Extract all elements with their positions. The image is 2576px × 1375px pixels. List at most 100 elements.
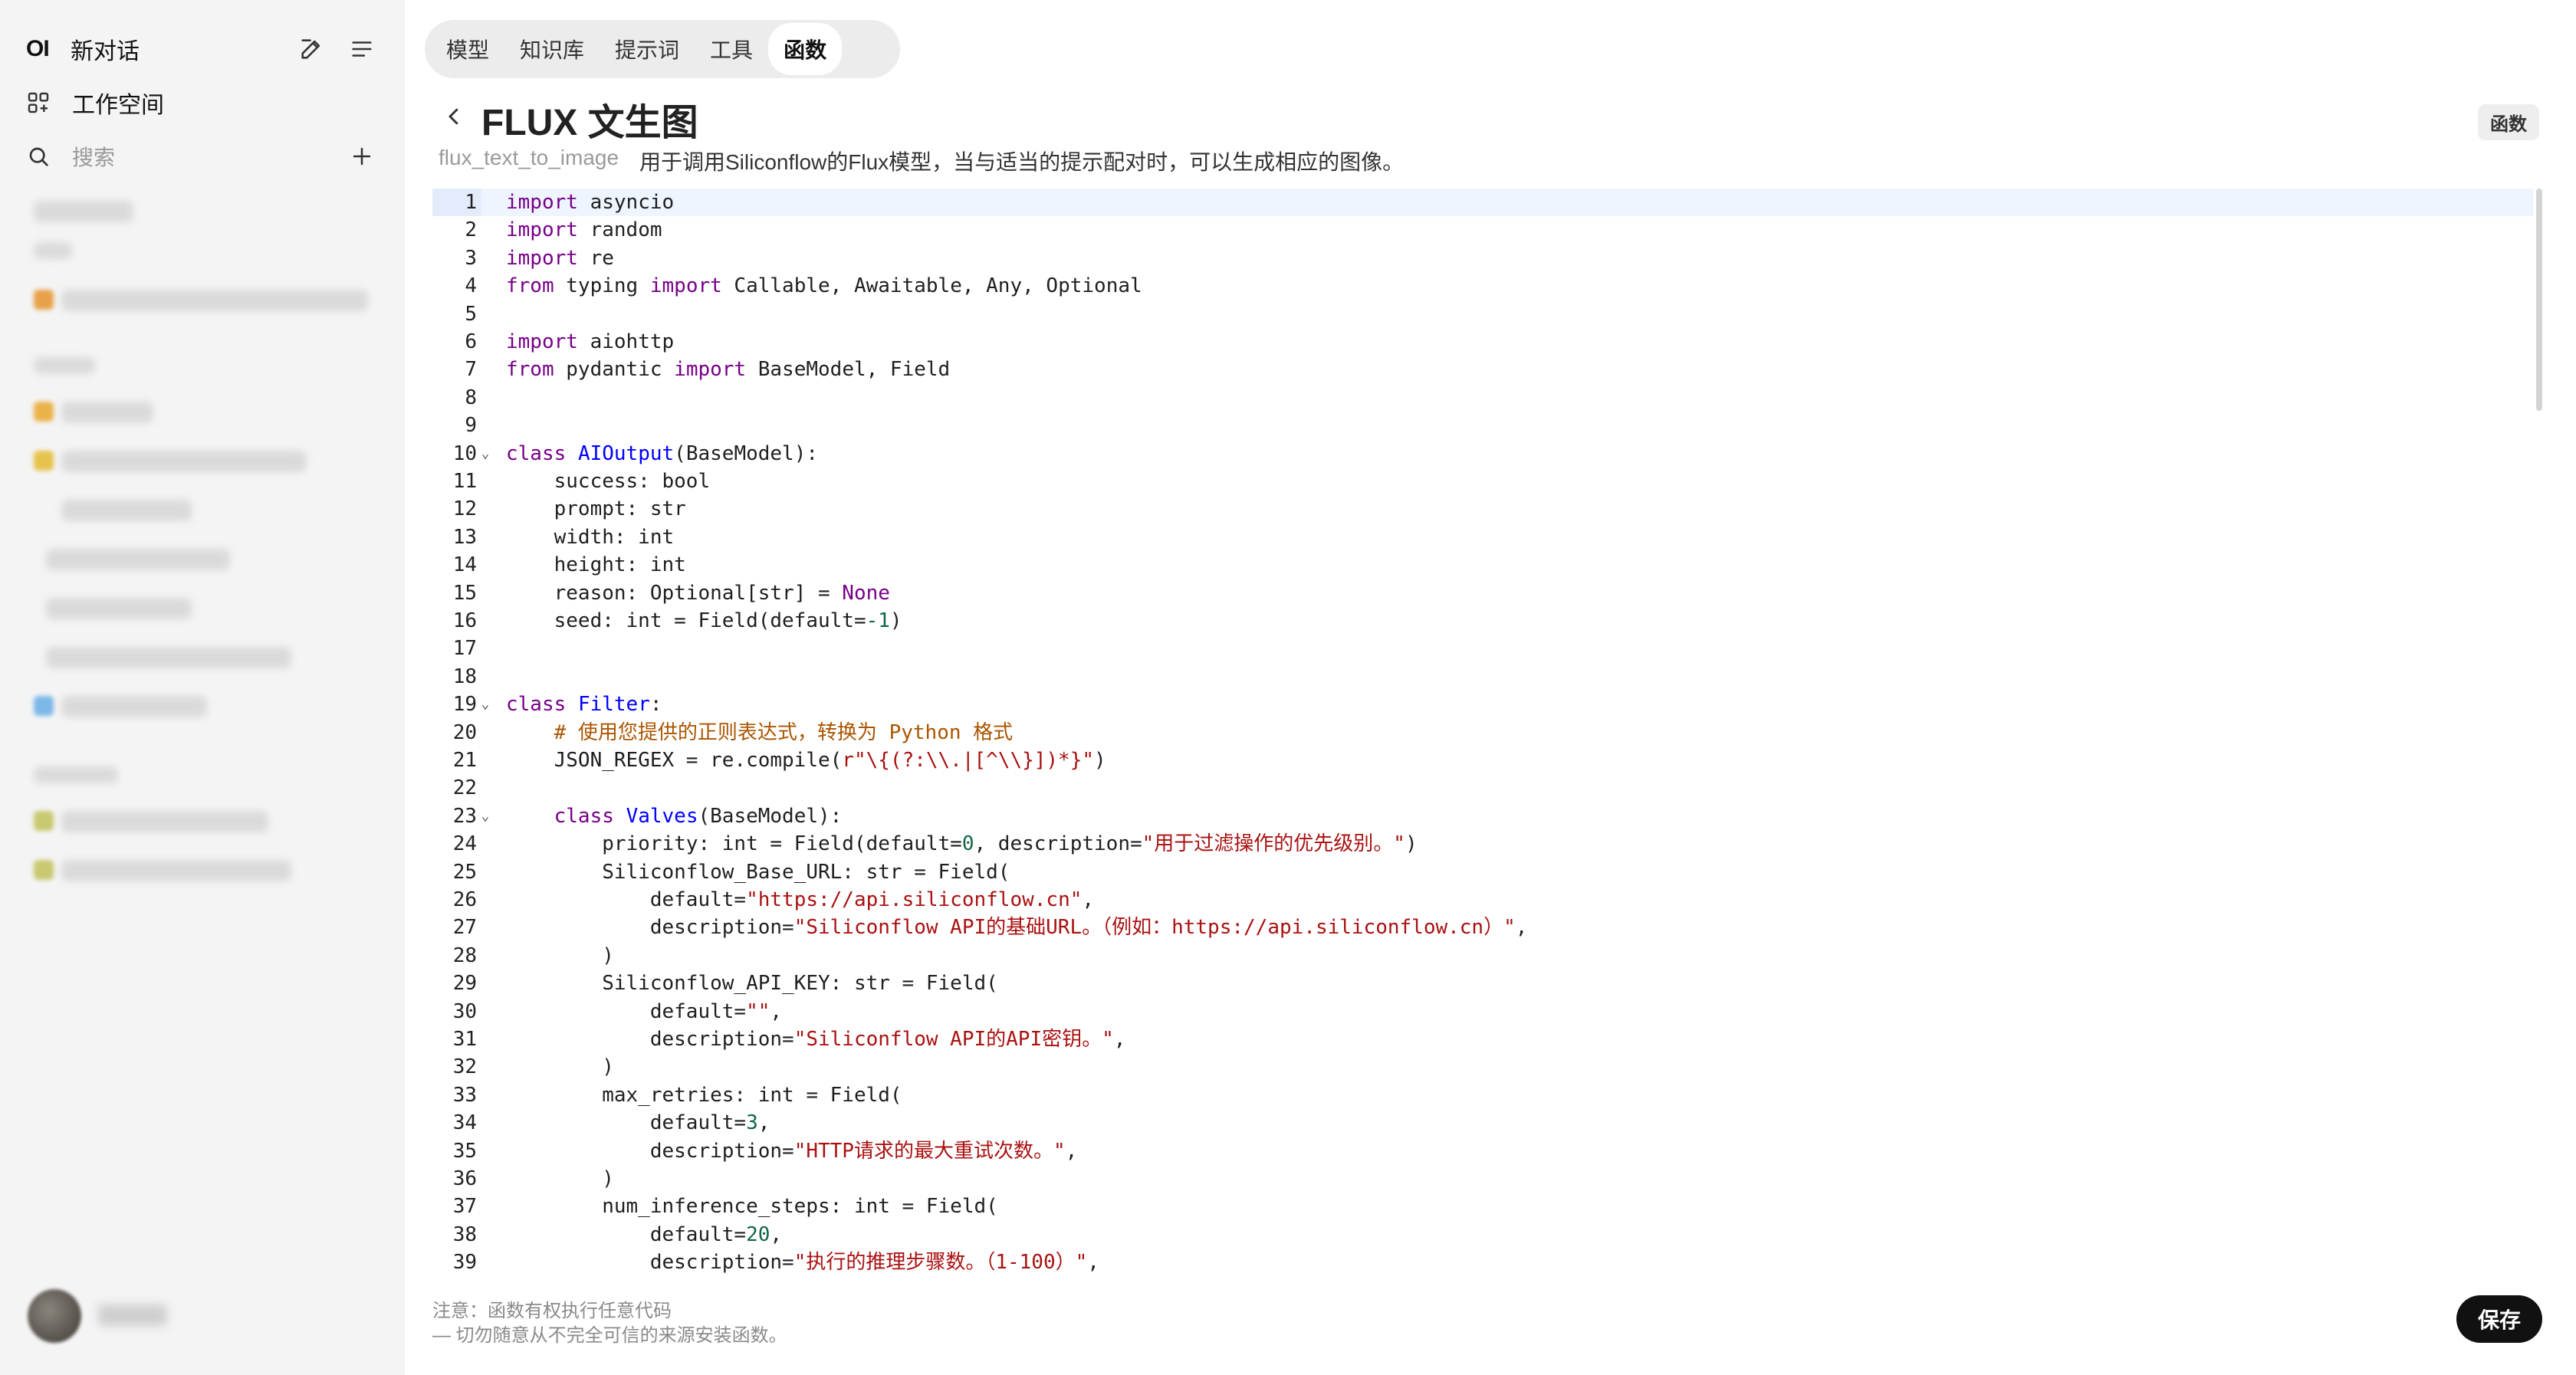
code-text[interactable]: description="Siliconflow API的API密钥。", bbox=[506, 1026, 1126, 1053]
code-line[interactable]: 22 bbox=[432, 774, 2544, 802]
code-text[interactable]: class AIOutput(BaseModel): bbox=[506, 440, 818, 468]
search-row[interactable]: 搜索 bbox=[26, 129, 379, 184]
code-line[interactable]: 8 bbox=[432, 384, 2544, 412]
chat-history-item[interactable] bbox=[46, 549, 230, 570]
code-text[interactable]: import re bbox=[506, 244, 614, 272]
chat-history-item[interactable] bbox=[46, 647, 291, 668]
code-text[interactable]: description="HTTP请求的最大重试次数。", bbox=[506, 1137, 1077, 1165]
code-line[interactable]: 11 success: bool bbox=[432, 468, 2544, 495]
code-line[interactable]: 25 Siliconflow_Base_URL: str = Field( bbox=[432, 858, 2544, 886]
back-button[interactable] bbox=[435, 98, 472, 135]
plus-icon[interactable] bbox=[345, 139, 379, 173]
code-line[interactable]: 4 from typing import Callable, Awaitable,… bbox=[432, 272, 2544, 300]
code-line[interactable]: 17 bbox=[432, 635, 2544, 662]
code-text[interactable]: prompt: str bbox=[506, 495, 686, 523]
code-text[interactable]: success: bool bbox=[506, 468, 711, 495]
code-line[interactable]: 38 default=20, bbox=[432, 1221, 2544, 1249]
code-text[interactable]: class Valves(BaseModel): bbox=[506, 802, 843, 830]
new-chat-row[interactable]: OI 新对话 bbox=[26, 21, 379, 77]
code-text[interactable]: default="", bbox=[506, 998, 782, 1026]
tab-tools[interactable]: 工具 bbox=[695, 23, 768, 75]
chat-history-item[interactable] bbox=[46, 598, 192, 619]
code-text[interactable]: import aiohttp bbox=[506, 328, 674, 356]
code-text[interactable]: description="Siliconflow API的基础URL。（例如：h… bbox=[506, 914, 1528, 941]
code-line[interactable]: 18 bbox=[432, 663, 2544, 691]
code-text[interactable]: Siliconflow_Base_URL: str = Field( bbox=[506, 858, 1010, 886]
code-text[interactable]: reason: Optional[str] = None bbox=[506, 579, 890, 607]
code-line[interactable]: 28 ) bbox=[432, 942, 2544, 970]
chat-history-item[interactable] bbox=[61, 451, 307, 472]
code-line[interactable]: 9 bbox=[432, 412, 2544, 439]
code-line[interactable]: 27 description="Siliconflow API的基础URL。（例… bbox=[432, 914, 2544, 941]
code-line[interactable]: 35 description="HTTP请求的最大重试次数。", bbox=[432, 1137, 2544, 1165]
chat-history-item[interactable] bbox=[61, 402, 153, 423]
code-text[interactable]: max_retries: int = Field( bbox=[506, 1081, 902, 1109]
menu-icon[interactable] bbox=[345, 32, 379, 66]
save-button[interactable]: 保存 bbox=[2456, 1295, 2542, 1343]
code-line[interactable]: 7 from pydantic import BaseModel, Field bbox=[432, 356, 2544, 383]
code-line[interactable]: 16 seed: int = Field(default=-1) bbox=[432, 607, 2544, 635]
code-line[interactable]: 33 max_retries: int = Field( bbox=[432, 1081, 2544, 1109]
code-text[interactable]: from pydantic import BaseModel, Field bbox=[506, 356, 950, 383]
search-input[interactable]: 搜索 bbox=[72, 141, 328, 172]
tab-prompts[interactable]: 提示词 bbox=[600, 23, 695, 75]
code-line[interactable]: 15 reason: Optional[str] = None bbox=[432, 579, 2544, 607]
code-editor[interactable]: 1 import asyncio 2 import random 3 import re 4… bbox=[432, 189, 2544, 1281]
code-text[interactable]: import asyncio bbox=[506, 189, 674, 216]
code-text[interactable]: import random bbox=[506, 216, 662, 244]
code-text[interactable]: height: int bbox=[506, 551, 686, 579]
code-line[interactable]: 10 ⌄ class AIOutput(BaseModel): bbox=[432, 440, 2544, 468]
code-text[interactable]: from typing import Callable, Awaitable, … bbox=[506, 272, 1142, 300]
code-text[interactable]: description="执行的推理步骤数。（1-100）", bbox=[506, 1249, 1099, 1276]
code-line[interactable]: 29 Siliconflow_API_KEY: str = Field( bbox=[432, 970, 2544, 997]
code-line[interactable]: 23 ⌄ class Valves(BaseModel): bbox=[432, 802, 2544, 830]
username[interactable] bbox=[98, 1304, 167, 1326]
chat-history-item[interactable] bbox=[61, 500, 192, 521]
code-line[interactable]: 1 import asyncio bbox=[432, 189, 2544, 216]
code-line[interactable]: 21 JSON_REGEX = re.compile(r"\{(?:\\.|[^… bbox=[432, 747, 2544, 774]
code-text[interactable]: width: int bbox=[506, 523, 675, 551]
code-text[interactable]: default=3, bbox=[506, 1109, 770, 1137]
code-line[interactable]: 26 default="https://api.siliconflow.cn", bbox=[432, 886, 2544, 914]
code-text[interactable]: default=20, bbox=[506, 1221, 782, 1249]
chat-history-item[interactable] bbox=[34, 201, 133, 222]
code-line[interactable]: 14 height: int bbox=[432, 551, 2544, 579]
code-text[interactable]: class Filter: bbox=[506, 691, 662, 718]
code-text[interactable]: num_inference_steps: int = Field( bbox=[506, 1193, 998, 1220]
tab-knowledge[interactable]: 知识库 bbox=[504, 23, 600, 75]
chat-history-item[interactable] bbox=[61, 290, 368, 311]
code-line[interactable]: 12 prompt: str bbox=[432, 495, 2544, 523]
edit-icon[interactable] bbox=[294, 32, 328, 66]
code-text[interactable]: Siliconflow_API_KEY: str = Field( bbox=[506, 970, 998, 997]
code-line[interactable]: 24 priority: int = Field(default=0, desc… bbox=[432, 830, 2544, 858]
code-line[interactable]: 36 ) bbox=[432, 1165, 2544, 1193]
code-line[interactable]: 37 num_inference_steps: int = Field( bbox=[432, 1193, 2544, 1220]
code-line[interactable]: 30 default="", bbox=[432, 998, 2544, 1026]
code-line[interactable]: 6 import aiohttp bbox=[432, 328, 2544, 356]
chat-history-item[interactable] bbox=[61, 696, 207, 717]
tab-functions[interactable]: 函数 bbox=[768, 23, 843, 75]
code-line[interactable]: 39 description="执行的推理步骤数。（1-100）", bbox=[432, 1249, 2544, 1276]
code-line[interactable]: 20 # 使用您提供的正则表达式，转换为 Python 格式 bbox=[432, 719, 2544, 747]
code-text[interactable]: default="https://api.siliconflow.cn", bbox=[506, 886, 1094, 914]
workspace-row[interactable]: 工作空间 bbox=[26, 75, 379, 130]
code-line[interactable]: 3 import re bbox=[432, 244, 2544, 272]
code-text[interactable]: seed: int = Field(default=-1) bbox=[506, 607, 902, 635]
code-text[interactable]: priority: int = Field(default=0, descrip… bbox=[506, 830, 1417, 858]
code-line[interactable]: 19 ⌄ class Filter: bbox=[432, 691, 2544, 718]
code-text[interactable]: # 使用您提供的正则表达式，转换为 Python 格式 bbox=[506, 719, 1014, 747]
code-text[interactable]: ) bbox=[506, 942, 614, 970]
code-line[interactable]: 34 default=3, bbox=[432, 1109, 2544, 1137]
chat-history-item[interactable] bbox=[61, 860, 291, 881]
code-line[interactable]: 13 width: int bbox=[432, 523, 2544, 551]
fold-chevron-icon[interactable]: ⌄ bbox=[478, 440, 492, 468]
avatar[interactable] bbox=[28, 1289, 81, 1343]
code-line[interactable]: 2 import random bbox=[432, 216, 2544, 244]
chat-history-item[interactable] bbox=[61, 811, 268, 832]
code-text[interactable]: ) bbox=[506, 1165, 614, 1193]
code-line[interactable]: 5 bbox=[432, 300, 2544, 328]
fold-chevron-icon[interactable]: ⌄ bbox=[478, 802, 492, 830]
code-line[interactable]: 32 ) bbox=[432, 1053, 2544, 1081]
fold-chevron-icon[interactable]: ⌄ bbox=[478, 691, 492, 718]
code-text[interactable]: JSON_REGEX = re.compile(r"\{(?:\\.|[^\\}… bbox=[506, 747, 1106, 774]
